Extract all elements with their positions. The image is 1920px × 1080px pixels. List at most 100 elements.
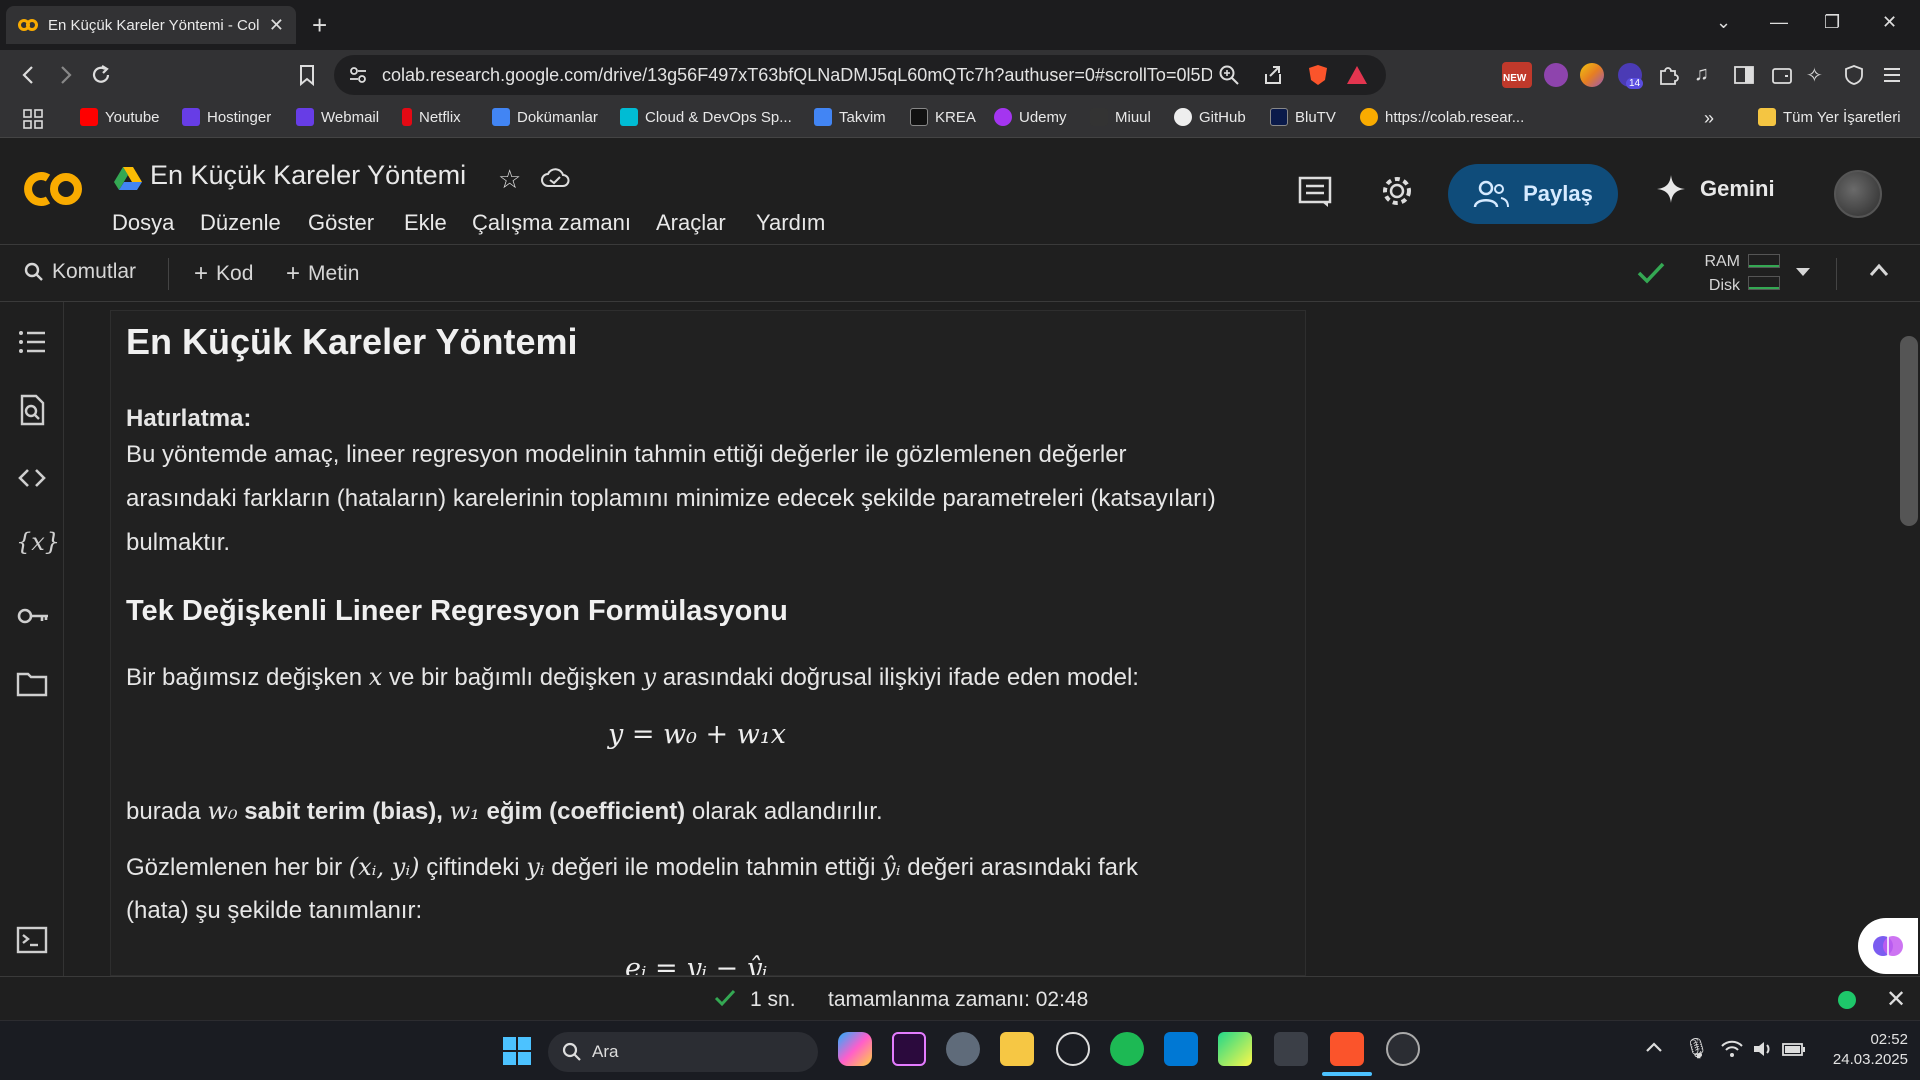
terminal-icon[interactable] [16, 926, 48, 958]
bookmark-miuul[interactable]: Miuul [1090, 108, 1151, 126]
tab-search-chevron-icon[interactable]: ⌄ [1716, 12, 1731, 33]
bookmark-youtube[interactable]: Youtube [80, 108, 160, 126]
brave-browser-icon[interactable] [1330, 1032, 1364, 1066]
markdown-cell[interactable]: En Küçük Kareler Yöntemi Hatırlatma: Bu … [110, 310, 1306, 976]
table-of-contents-icon[interactable] [16, 326, 48, 358]
back-icon[interactable] [16, 62, 42, 88]
extension-notification-icon[interactable]: 14 [1618, 63, 1644, 89]
status-close-icon[interactable]: ✕ [1886, 985, 1906, 1014]
more-bookmarks-icon[interactable]: » [1704, 108, 1714, 129]
unity-hub-icon[interactable] [1274, 1032, 1308, 1066]
browser-menu-icon[interactable] [1880, 63, 1904, 87]
notebook-title[interactable]: En Küçük Kareler Yöntemi [150, 160, 466, 191]
bookmark-hostinger[interactable]: Hostinger [182, 108, 271, 126]
add-text-button[interactable]: + Metin [286, 260, 359, 288]
sidebar-toggle-icon[interactable] [1732, 63, 1756, 87]
all-bookmarks-folder[interactable]: Tüm Yer İşaretleri [1758, 108, 1901, 126]
bookmark-dokumanlar[interactable]: Dokümanlar [492, 108, 598, 126]
bookmark-colab[interactable]: https://colab.resear... [1360, 108, 1524, 126]
menu-dosya[interactable]: Dosya [112, 210, 174, 236]
wallet-icon[interactable] [1770, 63, 1794, 87]
wifi-icon[interactable] [1720, 1040, 1744, 1058]
taskbar-search[interactable]: Ara [548, 1032, 818, 1072]
apps-grid-icon[interactable] [22, 108, 44, 130]
secrets-key-icon[interactable] [16, 600, 48, 632]
restore-icon[interactable]: ❐ [1824, 12, 1840, 33]
tab-close-icon[interactable]: ✕ [269, 15, 284, 36]
share-page-icon[interactable] [1262, 64, 1284, 86]
spotify-icon[interactable] [1110, 1032, 1144, 1066]
share-button[interactable]: Paylaş [1448, 164, 1618, 224]
bookmark-udemy[interactable]: Udemy [994, 108, 1067, 126]
leo-ai-icon[interactable]: ✧ [1806, 63, 1830, 87]
menu-araclar[interactable]: Araçlar [656, 210, 726, 236]
menu-ekle[interactable]: Ekle [404, 210, 447, 236]
file-explorer-icon[interactable] [1000, 1032, 1034, 1066]
udemy-icon [994, 108, 1012, 126]
brave-rewards-icon[interactable] [1346, 64, 1368, 86]
star-icon[interactable]: ☆ [498, 164, 521, 195]
gemini-button[interactable]: Gemini [1656, 174, 1775, 204]
runtime-dropdown-icon[interactable] [1794, 266, 1812, 278]
menu-yardim[interactable]: Yardım [756, 210, 825, 236]
bookmark-github[interactable]: GitHub [1174, 108, 1246, 126]
site-settings-icon[interactable] [348, 65, 368, 85]
extension-color-icon[interactable] [1580, 63, 1604, 87]
minimize-icon[interactable]: — [1770, 12, 1788, 33]
forward-icon[interactable] [52, 62, 78, 88]
extension-tools-icon[interactable] [1544, 63, 1568, 87]
media-control-icon[interactable]: ♫ [1694, 63, 1718, 87]
pycharm-icon[interactable] [1218, 1032, 1252, 1066]
chatgpt-icon[interactable] [1056, 1032, 1090, 1066]
bookmark-krea[interactable]: KREA [910, 108, 976, 126]
premiere-pro-icon[interactable] [892, 1032, 926, 1066]
windows-start-icon[interactable] [502, 1036, 532, 1066]
settings-app-icon[interactable] [946, 1032, 980, 1066]
extensions-puzzle-icon[interactable] [1656, 63, 1680, 87]
commands-button[interactable]: Komutlar [24, 260, 136, 284]
new-extension-icon[interactable]: NEW [1502, 62, 1532, 88]
plus-icon: + [286, 260, 301, 287]
menu-calisma-zamani[interactable]: Çalışma zamanı [472, 210, 631, 236]
microphone-icon[interactable]: 🎙 [1684, 1036, 1709, 1061]
left-sidebar: {x} [0, 302, 64, 976]
copilot-icon[interactable] [838, 1032, 872, 1066]
bookmark-webmail[interactable]: Webmail [296, 108, 379, 126]
bookmark-page-icon[interactable] [294, 62, 320, 88]
collapse-header-icon[interactable] [1868, 262, 1890, 278]
vscode-icon[interactable] [1164, 1032, 1198, 1066]
comments-icon[interactable] [1298, 176, 1332, 208]
brave-shields-icon[interactable] [1306, 63, 1330, 87]
address-bar[interactable]: colab.research.google.com/drive/13g56F49… [334, 55, 1386, 95]
find-replace-icon[interactable] [16, 394, 48, 426]
cloud-save-icon[interactable] [540, 166, 570, 190]
add-code-button[interactable]: + Kod [194, 260, 253, 288]
vpn-shield-icon[interactable] [1842, 63, 1866, 87]
volume-icon[interactable] [1752, 1040, 1776, 1058]
zoom-icon[interactable] [1218, 64, 1240, 86]
menu-goster[interactable]: Göster [308, 210, 374, 236]
bookmark-blutv[interactable]: BluTV [1270, 108, 1336, 126]
avatar[interactable] [1834, 170, 1882, 218]
taskbar-clock[interactable]: 02:52 24.03.2025 [1812, 1030, 1908, 1070]
new-tab-icon[interactable]: + [312, 10, 327, 41]
obs-icon[interactable] [1386, 1032, 1420, 1066]
bookmark-cloud-devops[interactable]: Cloud & DevOps Sp... [620, 108, 792, 126]
floating-assistant-button[interactable] [1858, 918, 1918, 974]
reload-icon[interactable] [88, 62, 114, 88]
battery-icon[interactable] [1782, 1040, 1806, 1058]
window-close-icon[interactable]: ✕ [1882, 12, 1897, 33]
menu-duzenle[interactable]: Düzenle [200, 210, 281, 236]
settings-gear-icon[interactable] [1380, 174, 1414, 208]
variables-icon[interactable]: {x} [16, 528, 60, 560]
google-drive-icon[interactable] [114, 166, 142, 190]
files-folder-icon[interactable] [16, 668, 48, 700]
resource-labels[interactable]: RAM Disk [1688, 250, 1740, 298]
tray-overflow-icon[interactable] [1644, 1040, 1664, 1054]
bookmark-takvim[interactable]: Takvim [814, 108, 886, 126]
colab-logo-icon[interactable] [22, 168, 86, 210]
bookmark-netflix[interactable]: Netflix [402, 108, 461, 126]
browser-tab-active[interactable]: En Küçük Kareler Yöntemi - Col ✕ [6, 6, 296, 44]
notebook-scrollbar[interactable] [1900, 336, 1918, 526]
code-snippets-icon[interactable] [16, 462, 48, 494]
